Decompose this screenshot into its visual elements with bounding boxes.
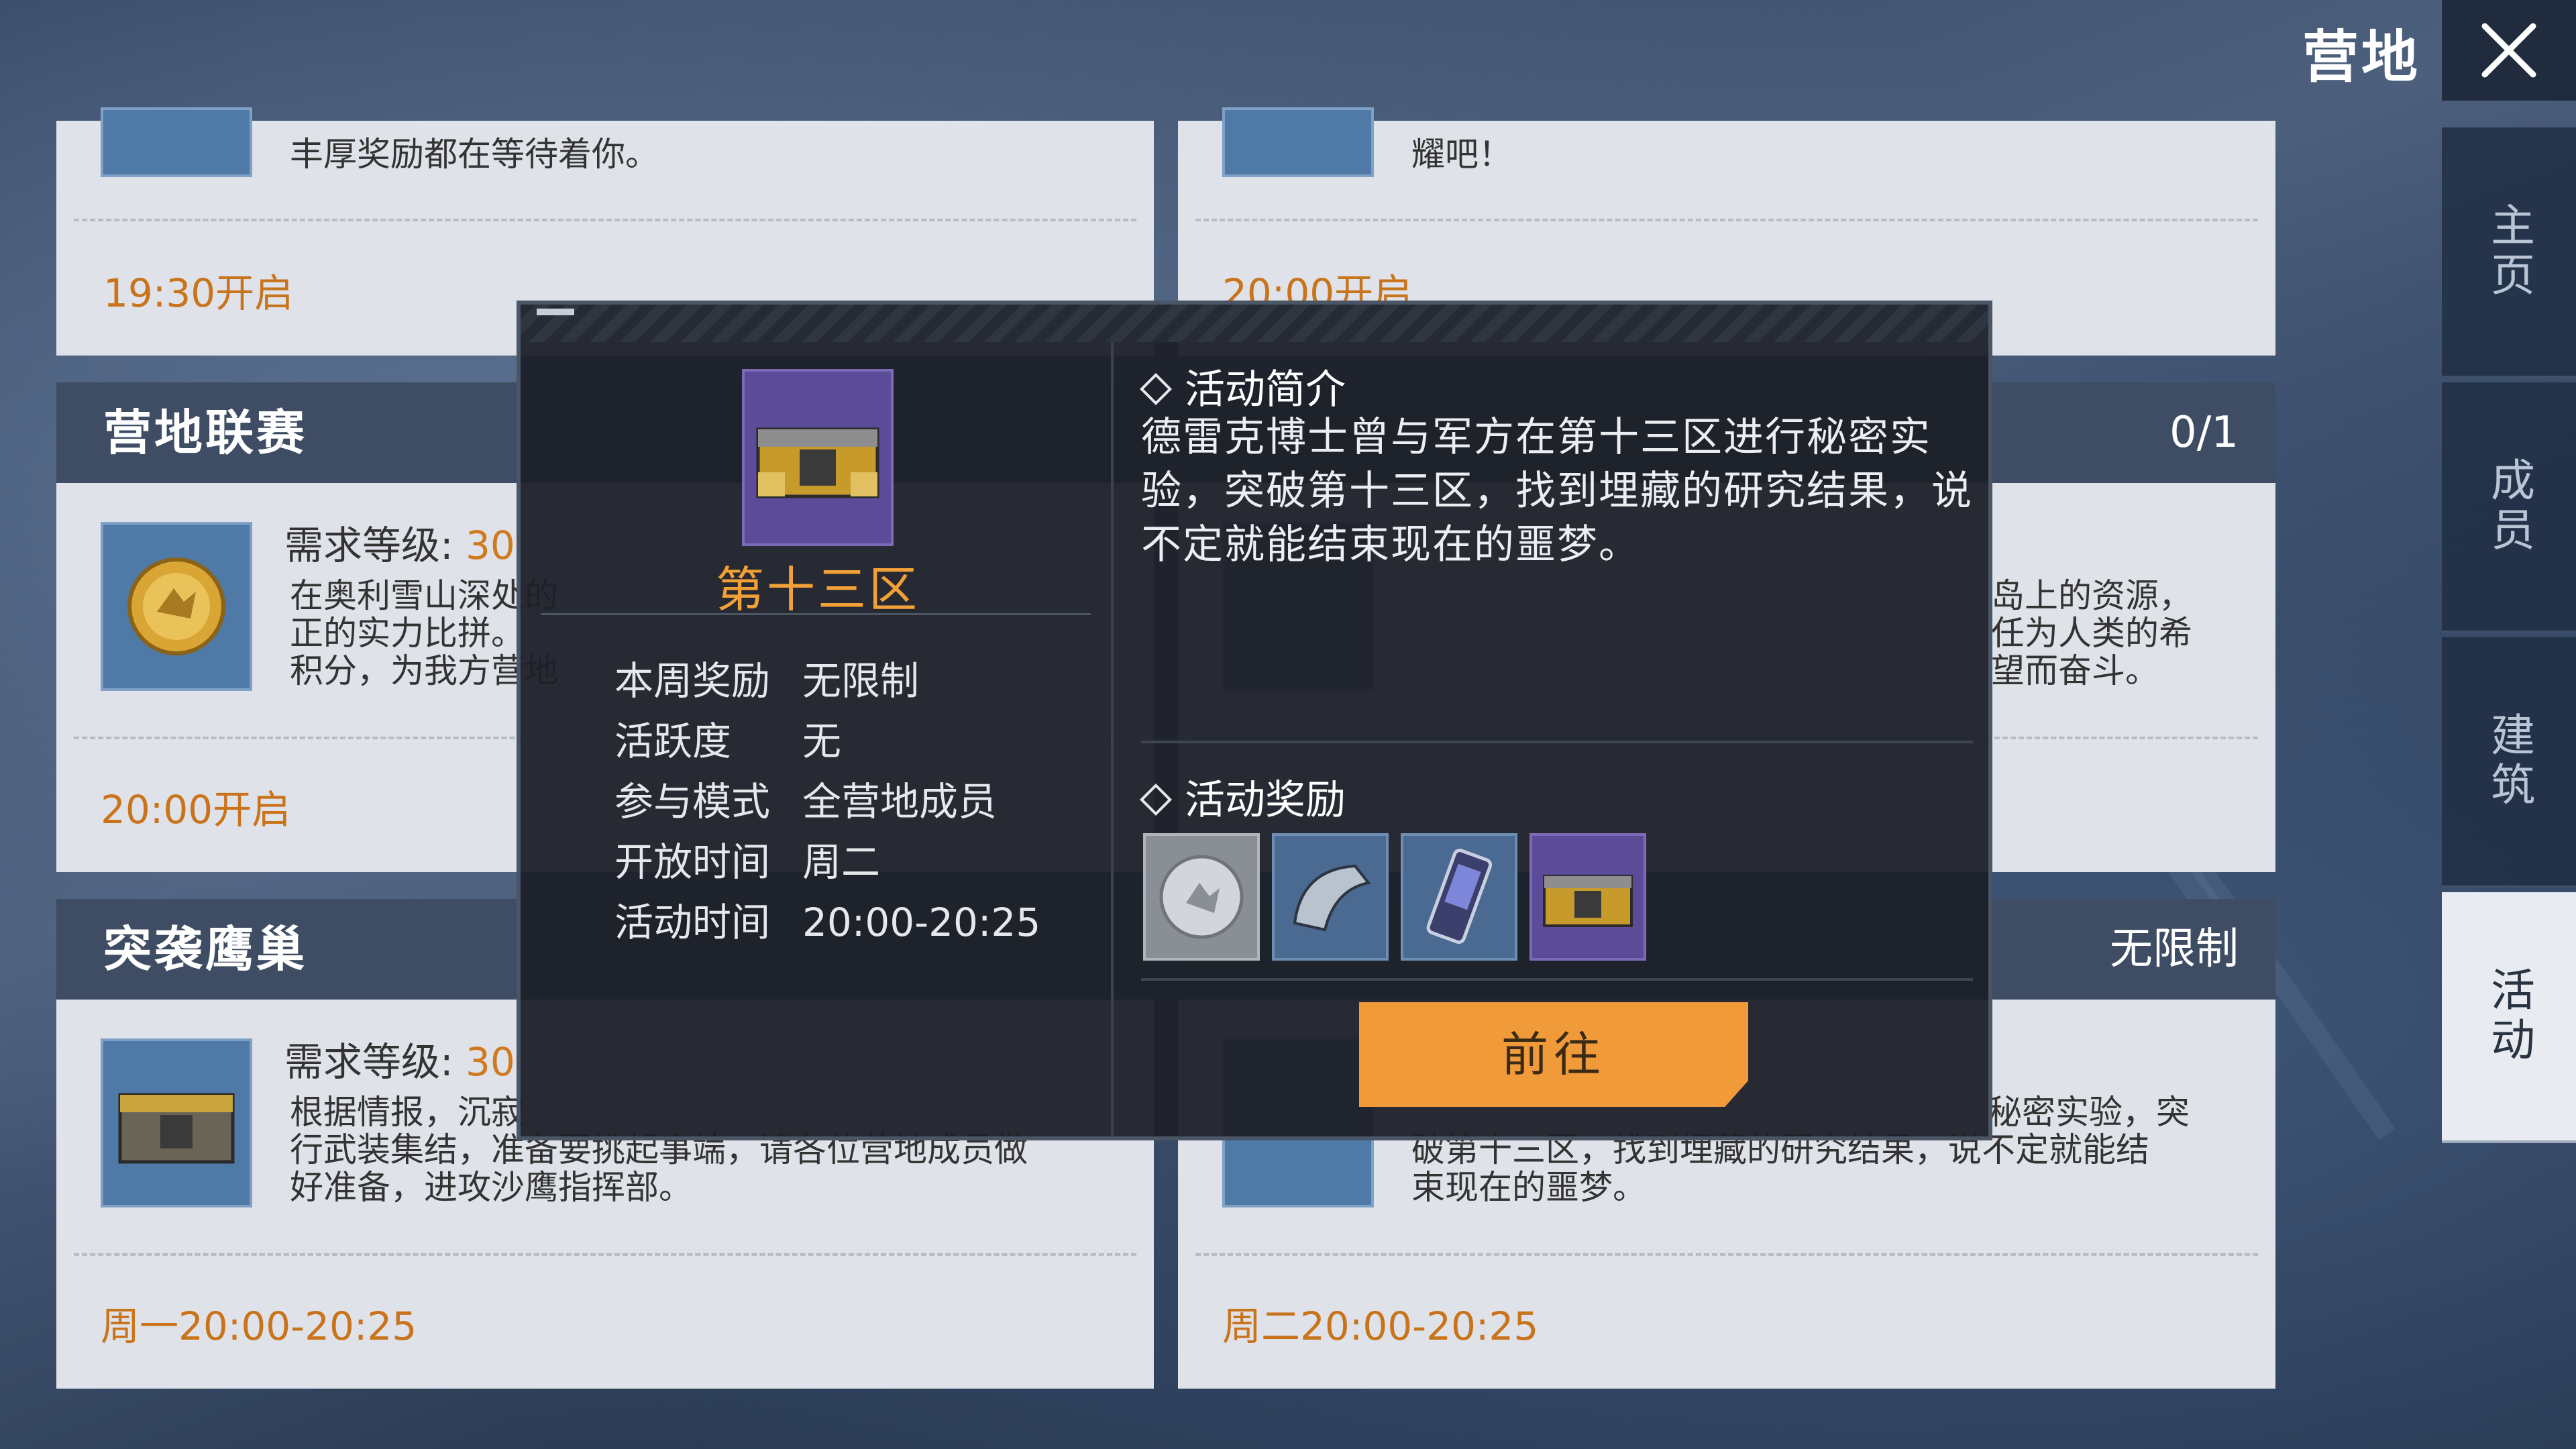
info-value: 20:00-20:25 [802, 900, 1041, 945]
supply-crate-icon [742, 369, 894, 546]
info-activity-time: 活动时间 20:00-20:25 [614, 891, 1040, 947]
info-value: 无 [802, 718, 842, 764]
diamond-icon [1139, 784, 1173, 816]
info-mode: 参与模式 全营地成员 [614, 770, 997, 826]
card-description: 岛上的资源， 任为人类的希 望而奋斗。 [1991, 577, 2192, 690]
desc-line: 好准备，进攻沙鹰指挥部。 [290, 1168, 692, 1207]
info-key: 活动时间 [614, 900, 771, 945]
required-level-value: 30 [465, 523, 515, 568]
card-divider [74, 219, 1136, 221]
info-key: 开放时间 [614, 839, 771, 885]
info-key: 参与模式 [614, 779, 771, 824]
card-time: 20:00开启 [101, 787, 291, 833]
popup-info-panel: 第十三区 本周奖励 无限制 活跃度 无 参与模式 全营地成员 开放时间 周二 活动时间 2… [521, 342, 1114, 1136]
helmet-shard-icon[interactable] [1272, 833, 1389, 961]
info-value: 无限制 [802, 658, 920, 704]
activity-detail-popup: 第十三区 本周奖励 无限制 活跃度 无 参与模式 全营地成员 开放时间 周二 活动时间 2… [517, 301, 1992, 1140]
close-icon [2481, 23, 2536, 78]
nav-item-activities[interactable]: 活动 [2442, 892, 2576, 1143]
name-underline [541, 613, 1091, 615]
page-title: 营地 [2302, 24, 2420, 90]
gold-coin-icon [101, 522, 252, 691]
info-value: 周二 [802, 839, 881, 885]
info-key: 活跃度 [614, 718, 732, 764]
crate-icon [101, 1038, 252, 1208]
desc-line: 望而奋斗。 [1991, 651, 2159, 690]
intro-section-title: 活动简介 [1139, 357, 1346, 415]
card-title: 营地联赛 [103, 405, 308, 461]
info-key: 本周奖励 [614, 658, 771, 704]
nav-item-buildings[interactable]: 建筑 [2442, 637, 2576, 888]
reward-title-text: 活动奖励 [1185, 777, 1346, 824]
popup-header-strip [521, 305, 1988, 342]
card-title: 突袭鹰巢 [103, 921, 308, 977]
required-level: 需求等级: 30 [284, 1030, 515, 1087]
popup-tab-marker [537, 309, 574, 315]
silver-coin-icon[interactable] [1143, 833, 1260, 961]
supply-crate-icon[interactable] [1529, 833, 1646, 961]
side-nav: 主页 成员 建筑 活动 [2442, 127, 2576, 1154]
desc-line: 束现在的噩梦。 [1411, 1168, 1646, 1207]
required-level-label: 需求等级: [284, 523, 453, 568]
activity-thumbnail [1222, 107, 1374, 177]
go-button[interactable]: 前往 [1359, 1002, 1748, 1107]
card-divider [74, 1253, 1136, 1256]
info-activity-points: 活跃度 无 [614, 710, 841, 766]
desc-line: 任为人类的希 [1991, 614, 2192, 653]
card-time: 周一20:00-20:25 [101, 1303, 417, 1349]
card-badge: 无限制 [2110, 924, 2239, 974]
activity-intro-text: 德雷克博士曾与军方在第十三区进行秘密实验，突破第十三区，找到埋藏的研究结果，说不… [1141, 414, 1973, 568]
desc-line: 岛上的资源， [1991, 576, 2192, 615]
card-divider [1195, 219, 2258, 221]
info-value: 全营地成员 [802, 779, 998, 824]
diamond-icon [1139, 373, 1173, 406]
reward-section-title: 活动奖励 [1139, 767, 1346, 826]
close-button[interactable] [2442, 0, 2576, 101]
chip-icon[interactable] [1401, 833, 1517, 961]
info-weekly-reward: 本周奖励 无限制 [614, 649, 919, 706]
activity-thumbnail [101, 107, 252, 177]
nav-item-members[interactable]: 成员 [2442, 382, 2576, 633]
card-description: 丰厚奖励都在等待着你。 [290, 135, 659, 174]
nav-item-home[interactable]: 主页 [2442, 127, 2576, 378]
required-level-value: 30 [465, 1039, 515, 1085]
required-level-label: 需求等级: [284, 1039, 453, 1085]
card-time: 周二20:00-20:25 [1222, 1303, 1539, 1349]
intro-title-text: 活动简介 [1185, 366, 1346, 413]
card-time: 19:30开启 [103, 270, 294, 316]
card-divider [1195, 1253, 2258, 1256]
section-divider [1141, 978, 1973, 981]
required-level: 需求等级: 30 [284, 514, 515, 570]
info-open-day: 开放时间 周二 [614, 830, 880, 887]
card-description: 耀吧！ [1411, 135, 1512, 174]
participation-count: 0/1 [2169, 408, 2239, 458]
section-divider [1141, 741, 1973, 743]
activity-name: 第十三区 [715, 561, 920, 618]
